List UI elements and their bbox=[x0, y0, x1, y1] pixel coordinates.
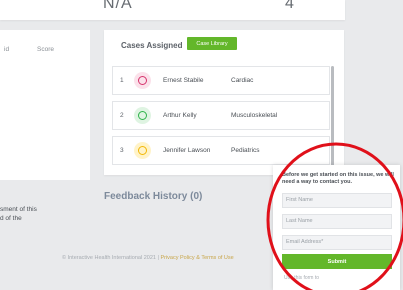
cases-assigned-title: Cases Assigned bbox=[121, 41, 183, 50]
case-specialty: Cardiac bbox=[231, 77, 254, 84]
case-row[interactable]: 2 Arthur Kelly Musculoskeletal bbox=[112, 101, 330, 130]
column-header-score: Score bbox=[37, 46, 54, 53]
feedback-history-title: Feedback History (0) bbox=[104, 191, 203, 202]
privacy-policy-link[interactable]: Privacy Policy bbox=[160, 255, 194, 261]
terms-of-use-link[interactable]: Terms of Use bbox=[201, 255, 233, 261]
case-row[interactable]: 1 Ernest Stabile Cardiac bbox=[112, 66, 330, 95]
copyright-text: © Interactive Health International 2021 … bbox=[62, 255, 159, 261]
case-number: 1 bbox=[120, 77, 124, 84]
patient-name: Ernest Stabile bbox=[163, 77, 204, 84]
stat-value-count: 4 bbox=[285, 0, 294, 12]
last-name-input[interactable]: Last Name bbox=[282, 214, 392, 229]
muscle-icon bbox=[134, 107, 151, 124]
first-name-input[interactable]: First Name bbox=[282, 193, 392, 208]
contact-popup-message: Before we get started on this issue, we … bbox=[282, 172, 394, 185]
heart-icon bbox=[134, 72, 151, 89]
description-line: d of the bbox=[0, 215, 22, 222]
description-line: sment of this bbox=[0, 206, 37, 213]
case-specialty: Pediatrics bbox=[231, 147, 260, 154]
footer: © Interactive Health International 2021 … bbox=[62, 255, 234, 261]
case-list-scrollbar[interactable] bbox=[331, 66, 334, 166]
truncated-description: sment of this d of the bbox=[0, 205, 85, 223]
case-number: 3 bbox=[120, 147, 124, 154]
case-library-button[interactable]: Case Library bbox=[187, 37, 237, 50]
contact-popup-footnote: Use this form to bbox=[284, 275, 320, 281]
patient-name: Arthur Kelly bbox=[163, 112, 197, 119]
column-header-id: id bbox=[4, 46, 10, 53]
baby-icon bbox=[134, 142, 151, 159]
footer-ampersand: & bbox=[196, 255, 200, 261]
case-number: 2 bbox=[120, 112, 124, 119]
case-list: 1 Ernest Stabile Cardiac 2 Arthur Kelly … bbox=[112, 66, 332, 170]
email-address-input[interactable]: Email Address* bbox=[282, 235, 392, 250]
case-specialty: Musculoskeletal bbox=[231, 112, 278, 119]
submit-button[interactable]: Submit bbox=[282, 254, 392, 269]
stat-value-na: N/A bbox=[103, 0, 133, 12]
patient-name: Jennifer Lawson bbox=[163, 147, 211, 154]
case-row[interactable]: 3 Jennifer Lawson Pediatrics bbox=[112, 136, 330, 165]
